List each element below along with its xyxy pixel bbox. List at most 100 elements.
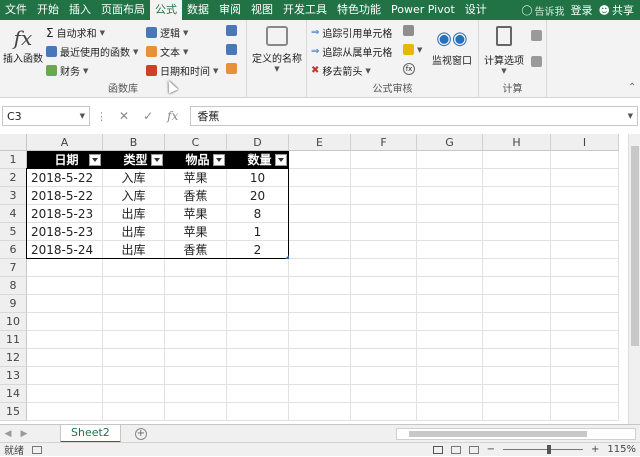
cell[interactable] [227,385,289,403]
cell[interactable] [483,403,551,421]
cell[interactable] [417,403,483,421]
cell[interactable] [551,169,619,187]
table-data-cell[interactable]: 2018-5-22 [27,169,103,187]
cell[interactable] [351,313,417,331]
watch-window-button[interactable]: ◉◉ 监视窗口 [427,26,477,67]
table-data-cell[interactable]: 2018-5-22 [27,187,103,205]
cell[interactable] [483,295,551,313]
table-header-cell[interactable]: 数量 [227,151,289,169]
cell[interactable] [289,313,351,331]
filter-dropdown-icon[interactable] [275,154,287,166]
row-header[interactable]: 11 [0,331,27,349]
cell[interactable] [289,367,351,385]
cell[interactable] [417,187,483,205]
column-header[interactable]: C [165,134,227,151]
cell[interactable] [27,403,103,421]
cell[interactable] [27,313,103,331]
cell[interactable] [483,205,551,223]
collapse-ribbon-button[interactable]: ⌃ [628,82,636,93]
cell[interactable] [103,331,165,349]
cell[interactable] [351,403,417,421]
table-data-cell[interactable]: 苹果 [165,169,227,187]
fx-icon[interactable]: fx [167,109,178,123]
prev-sheet-icon[interactable]: ◀ [0,429,16,439]
cell[interactable] [103,313,165,331]
cell[interactable] [551,241,619,259]
cell[interactable] [351,385,417,403]
cell[interactable] [27,385,103,403]
page-break-icon[interactable] [468,445,479,454]
sheet-tab[interactable]: Sheet2 [60,424,121,443]
row-header[interactable]: 7 [0,259,27,277]
cell[interactable] [289,295,351,313]
cell[interactable] [289,331,351,349]
recent-functions-button[interactable]: 最近使用的函数 ▼ [46,44,138,59]
cell[interactable] [551,259,619,277]
login-link[interactable]: 登录 [571,2,593,18]
cell[interactable] [551,223,619,241]
zoom-slider[interactable] [503,445,584,454]
cell[interactable] [551,205,619,223]
cell[interactable] [103,277,165,295]
column-header[interactable]: H [483,134,551,151]
cell[interactable] [165,385,227,403]
defined-names-button[interactable]: 定义的名称 ▼ [250,26,304,73]
page-layout-icon[interactable] [450,445,461,454]
cell[interactable] [483,169,551,187]
spreadsheet-grid[interactable]: A B C D E F G H I 1 日期 类型 物品 数量 2 2018-5-22 入库 苹果 10 3 2018-… [0,134,628,424]
cell[interactable] [27,259,103,277]
text-button[interactable]: 文本 ▼ [146,44,188,59]
cell[interactable] [165,349,227,367]
table-data-cell[interactable]: 苹果 [165,205,227,223]
cell[interactable] [351,349,417,367]
cell[interactable] [165,367,227,385]
cell[interactable] [483,277,551,295]
cell[interactable] [103,367,165,385]
cell[interactable] [289,205,351,223]
table-data-cell[interactable]: 2018-5-23 [27,205,103,223]
cell[interactable] [483,331,551,349]
cell[interactable] [227,295,289,313]
cell[interactable] [27,277,103,295]
column-header[interactable]: A [27,134,103,151]
calc-sheet-button[interactable] [531,56,542,67]
cell[interactable] [227,259,289,277]
cell[interactable] [351,295,417,313]
cell[interactable] [551,313,619,331]
table-data-cell[interactable]: 1 [227,223,289,241]
row-header[interactable]: 10 [0,313,27,331]
cell[interactable] [351,331,417,349]
math-button[interactable] [226,44,237,55]
cell[interactable] [417,349,483,367]
cell[interactable] [289,187,351,205]
lookup-button[interactable] [226,25,237,36]
horizontal-scrollbar[interactable] [396,428,636,440]
cell[interactable] [227,403,289,421]
ribbon-tab[interactable]: 开始 [32,0,64,20]
cell[interactable] [483,187,551,205]
cell[interactable] [351,277,417,295]
tell-me-box[interactable]: ◯ 告诉我 [521,3,564,18]
cell[interactable] [551,277,619,295]
add-sheet-icon[interactable]: + [134,427,147,440]
row-header[interactable]: 2 [0,169,27,187]
row-header[interactable]: 5 [0,223,27,241]
share-button[interactable]: ☻ 共享 [599,2,634,18]
cell[interactable] [27,295,103,313]
cell[interactable] [417,331,483,349]
table-resize-handle[interactable] [285,255,289,259]
row-header[interactable]: 9 [0,295,27,313]
name-box[interactable]: C3 ▼ [2,106,90,126]
cell[interactable] [351,187,417,205]
cell[interactable] [351,205,417,223]
zoom-thumb[interactable] [547,445,552,454]
zoom-level[interactable]: 115% [607,444,636,455]
filter-dropdown-icon[interactable] [151,154,163,166]
ribbon-tab[interactable]: Power Pivot [386,0,460,20]
cell[interactable] [289,403,351,421]
evaluate-formula-button[interactable]: fx [403,63,415,75]
row-header[interactable]: 12 [0,349,27,367]
cell[interactable] [417,151,483,169]
cell[interactable] [27,331,103,349]
filter-dropdown-icon[interactable] [89,154,101,166]
